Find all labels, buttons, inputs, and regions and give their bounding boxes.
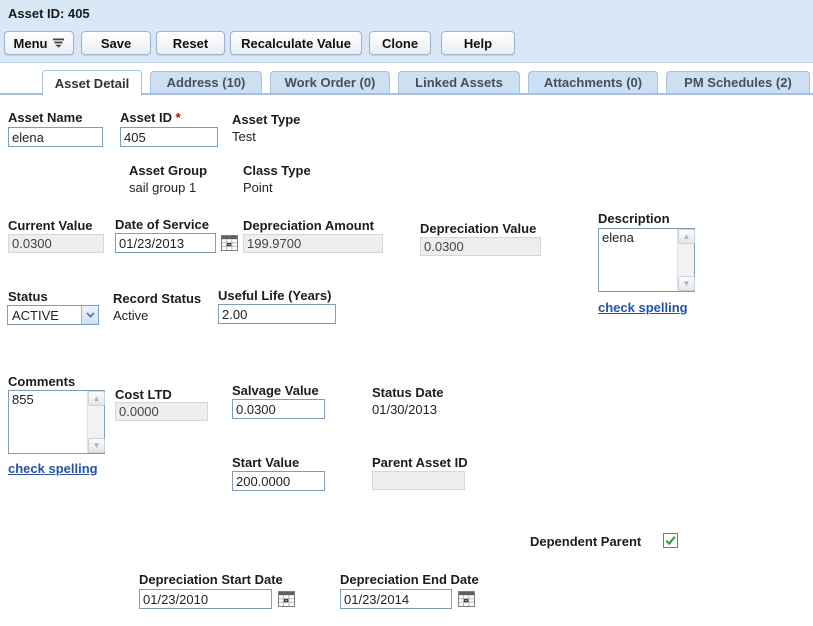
date-of-service-field[interactable] <box>115 233 216 253</box>
status-select-value: ACTIVE <box>8 306 81 324</box>
scroll-down-icon[interactable]: ▼ <box>678 276 695 291</box>
chevron-down-icon <box>81 306 98 324</box>
asset-group-label: Asset Group <box>129 163 207 178</box>
asset-id-label: Asset ID * <box>120 110 181 125</box>
depreciation-value-label: Depreciation Value <box>420 221 536 236</box>
asset-type-label: Asset Type <box>232 112 300 127</box>
comments-textarea-box: 855 ▲ ▼ <box>8 390 105 454</box>
class-type-label: Class Type <box>243 163 311 178</box>
depreciation-amount-field: 199.9700 <box>243 234 383 253</box>
record-status-value: Active <box>113 308 148 323</box>
depreciation-end-date-label: Depreciation End Date <box>340 572 479 587</box>
depreciation-start-date-field[interactable] <box>139 589 272 609</box>
tab-asset-detail[interactable]: Asset Detail <box>42 70 142 96</box>
save-button[interactable]: Save <box>81 31 151 55</box>
depreciation-end-date-calendar-icon[interactable] <box>458 591 475 607</box>
dependent-parent-label: Dependent Parent <box>530 534 641 549</box>
recalculate-value-button[interactable]: Recalculate Value <box>230 31 362 55</box>
status-select[interactable]: ACTIVE <box>7 305 99 325</box>
scroll-up-icon[interactable]: ▲ <box>678 229 695 244</box>
parent-asset-id-field <box>372 471 465 490</box>
required-asterisk: * <box>176 110 181 125</box>
menu-button-label: Menu <box>14 36 48 51</box>
scroll-down-icon[interactable]: ▼ <box>88 438 105 453</box>
current-value-field: 0.0300 <box>8 234 104 253</box>
menu-dropdown-icon <box>53 38 64 48</box>
help-button[interactable]: Help <box>441 31 515 55</box>
salvage-value-field[interactable] <box>232 399 325 419</box>
description-label: Description <box>598 211 670 226</box>
cost-ltd-field: 0.0000 <box>115 402 208 421</box>
tab-pm-schedules[interactable]: PM Schedules (2) <box>666 71 810 93</box>
status-label: Status <box>8 289 48 304</box>
menu-button[interactable]: Menu <box>4 31 74 55</box>
useful-life-label: Useful Life (Years) <box>218 288 331 303</box>
clone-button[interactable]: Clone <box>369 31 431 55</box>
depreciation-amount-label: Depreciation Amount <box>243 218 374 233</box>
status-date-label: Status Date <box>372 385 444 400</box>
depreciation-start-date-label: Depreciation Start Date <box>139 572 283 587</box>
date-of-service-label: Date of Service <box>115 217 209 232</box>
header-band: Asset ID: 405 Menu Save Reset Recalculat… <box>0 0 813 63</box>
depreciation-end-date-field[interactable] <box>340 589 452 609</box>
comments-scrollbar[interactable]: ▲ ▼ <box>87 391 104 453</box>
asset-detail-page: Asset ID: 405 Menu Save Reset Recalculat… <box>0 0 813 626</box>
asset-type-value: Test <box>232 129 256 144</box>
start-value-label: Start Value <box>232 455 299 470</box>
depreciation-value-field: 0.0300 <box>420 237 541 256</box>
page-title: Asset ID: 405 <box>8 6 90 21</box>
tab-address[interactable]: Address (10) <box>150 71 262 93</box>
reset-button[interactable]: Reset <box>156 31 225 55</box>
parent-asset-id-label: Parent Asset ID <box>372 455 468 470</box>
salvage-value-label: Salvage Value <box>232 383 319 398</box>
start-value-field[interactable] <box>232 471 325 491</box>
description-check-spelling-link[interactable]: check spelling <box>598 300 688 315</box>
dependent-parent-checkbox[interactable] <box>663 533 678 548</box>
status-date-value: 01/30/2013 <box>372 402 437 417</box>
cost-ltd-label: Cost LTD <box>115 387 172 402</box>
useful-life-field[interactable] <box>218 304 336 324</box>
comments-check-spelling-link[interactable]: check spelling <box>8 461 98 476</box>
scroll-up-icon[interactable]: ▲ <box>88 391 105 406</box>
description-scrollbar[interactable]: ▲ ▼ <box>677 229 694 291</box>
comments-label: Comments <box>8 374 75 389</box>
tab-work-order[interactable]: Work Order (0) <box>270 71 390 93</box>
record-status-label: Record Status <box>113 291 201 306</box>
description-field[interactable]: elena <box>599 229 677 291</box>
tab-attachments[interactable]: Attachments (0) <box>528 71 658 93</box>
asset-name-field[interactable] <box>8 127 103 147</box>
class-type-value: Point <box>243 180 273 195</box>
asset-id-field[interactable] <box>120 127 218 147</box>
asset-name-label: Asset Name <box>8 110 82 125</box>
asset-group-value: sail group 1 <box>129 180 196 195</box>
depreciation-start-date-calendar-icon[interactable] <box>278 591 295 607</box>
comments-field[interactable]: 855 <box>9 391 87 453</box>
date-of-service-calendar-icon[interactable] <box>221 235 238 251</box>
description-textarea-box: elena ▲ ▼ <box>598 228 695 292</box>
tab-linked-assets[interactable]: Linked Assets <box>398 71 520 93</box>
current-value-label: Current Value <box>8 218 93 233</box>
